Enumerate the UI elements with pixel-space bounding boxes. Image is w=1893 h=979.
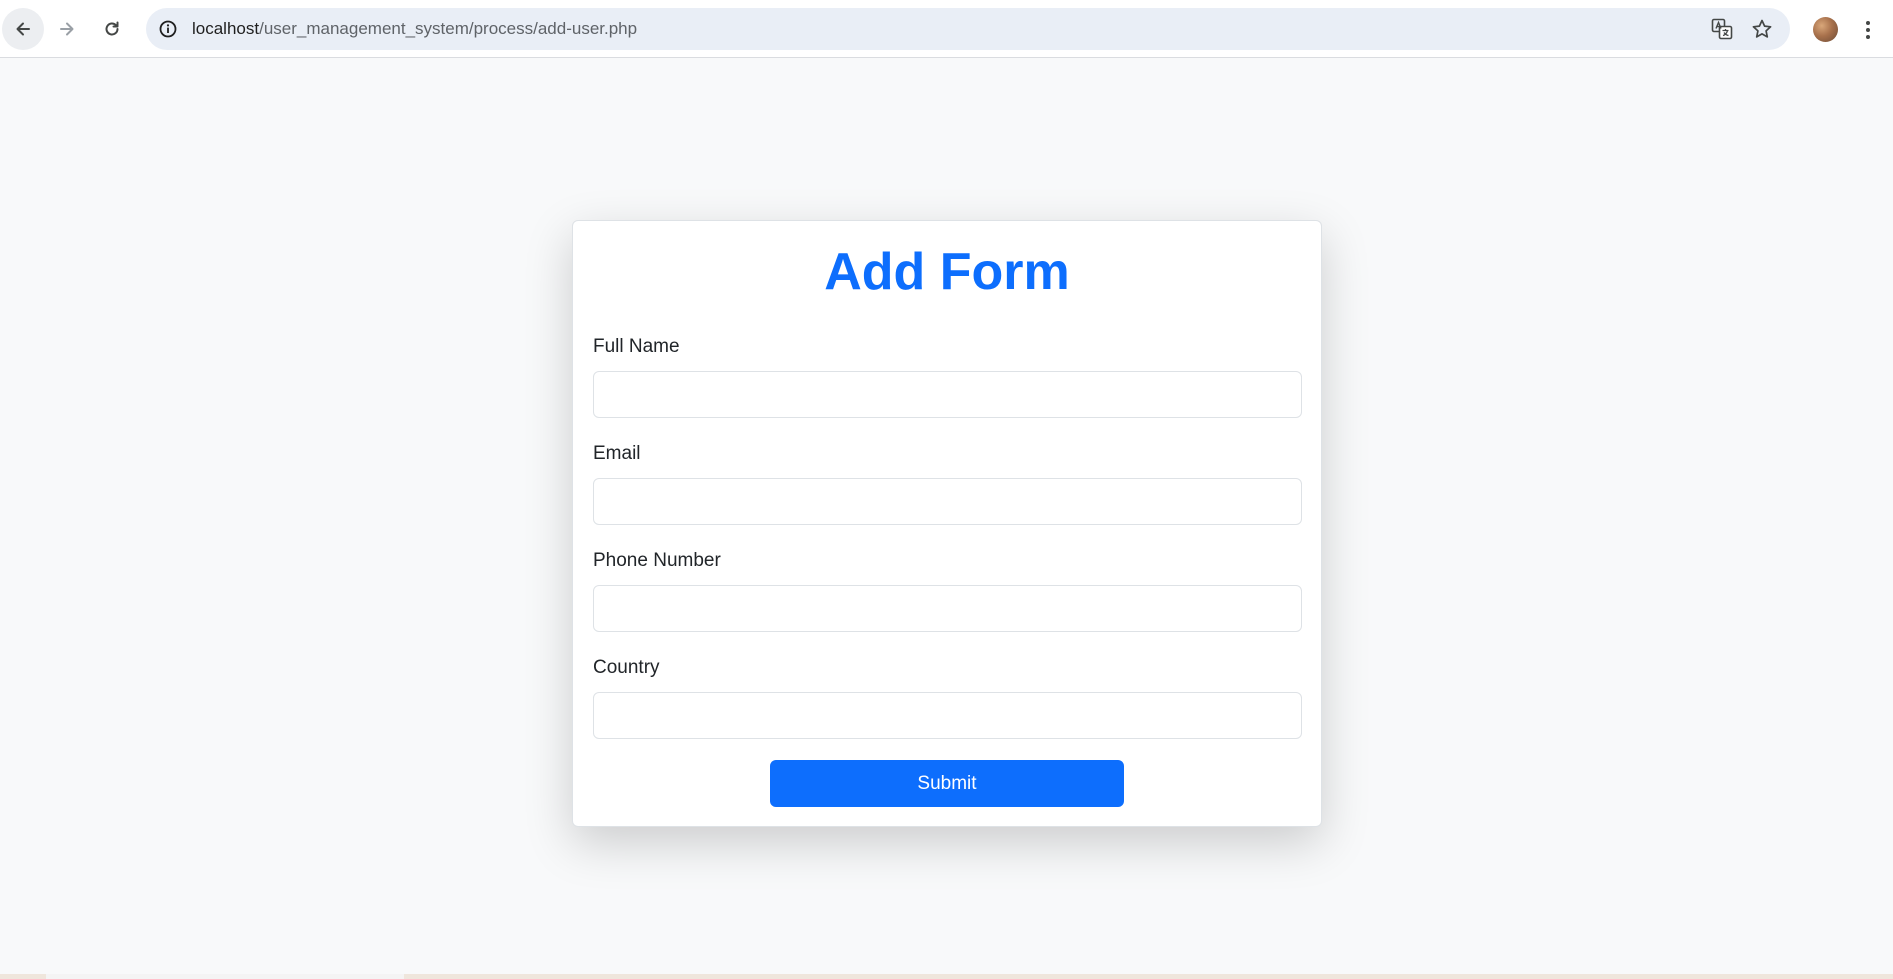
url-path: /user_management_system/process/add-user… bbox=[259, 19, 638, 38]
back-button[interactable] bbox=[2, 8, 44, 50]
reload-button[interactable] bbox=[91, 8, 133, 50]
star-icon bbox=[1752, 19, 1772, 38]
translate-button[interactable] bbox=[1710, 17, 1734, 41]
forward-button[interactable] bbox=[46, 8, 88, 50]
url-text[interactable]: localhost/user_management_system/process… bbox=[192, 8, 637, 50]
taskbar-edge bbox=[0, 974, 1893, 979]
taskbar-segment bbox=[46, 974, 404, 979]
back-arrow-icon bbox=[16, 22, 30, 36]
email-input[interactable] bbox=[593, 478, 1302, 525]
bookmark-button[interactable] bbox=[1750, 17, 1774, 41]
add-user-form-card: Add Form Full Name Email Phone Number Co… bbox=[572, 220, 1322, 827]
country-input[interactable] bbox=[593, 692, 1302, 739]
translate-icon bbox=[1711, 18, 1733, 40]
forward-arrow-icon bbox=[60, 22, 74, 36]
info-icon bbox=[159, 20, 177, 38]
phone-number-input[interactable] bbox=[593, 585, 1302, 632]
email-label: Email bbox=[593, 443, 641, 464]
profile-avatar[interactable] bbox=[1813, 17, 1838, 42]
browser-menu-button[interactable] bbox=[1858, 17, 1878, 43]
url-host: localhost bbox=[192, 19, 260, 38]
kebab-menu-icon bbox=[1866, 21, 1870, 39]
full-name-label: Full Name bbox=[593, 336, 680, 357]
reload-icon bbox=[105, 21, 119, 36]
form-title: Add Form bbox=[824, 243, 1070, 301]
full-name-input[interactable] bbox=[593, 371, 1302, 418]
site-info-button[interactable] bbox=[156, 17, 180, 41]
browser-toolbar: localhost/user_management_system/process… bbox=[0, 0, 1893, 58]
submit-button[interactable]: Submit bbox=[770, 760, 1124, 807]
phone-number-label: Phone Number bbox=[593, 550, 721, 571]
country-label: Country bbox=[593, 657, 660, 678]
address-bar[interactable]: localhost/user_management_system/process… bbox=[146, 8, 1790, 50]
